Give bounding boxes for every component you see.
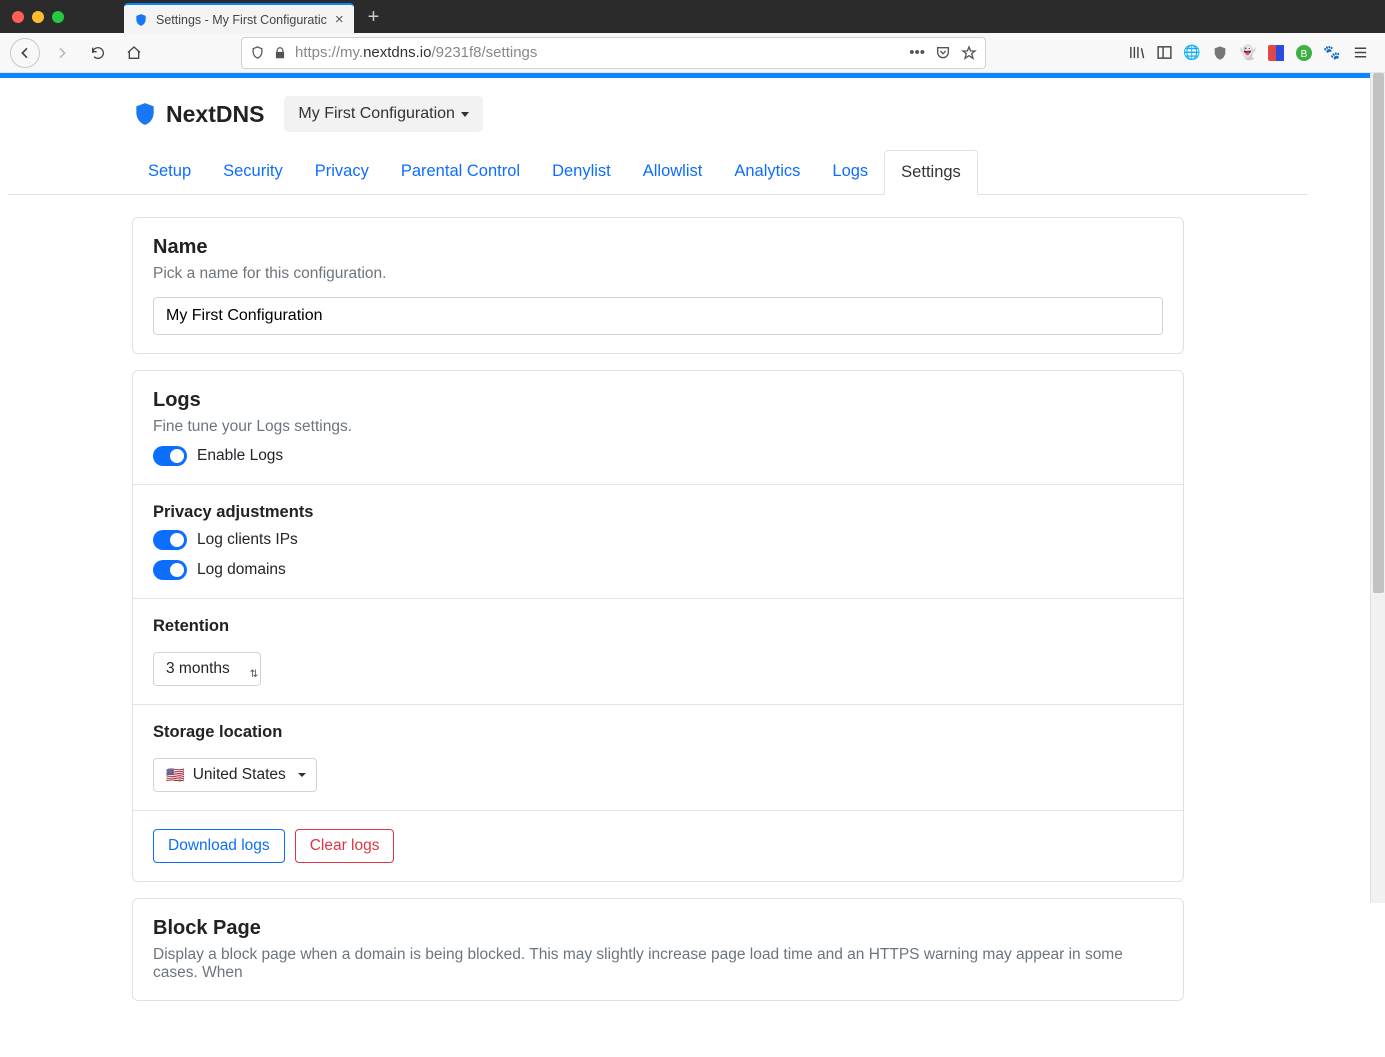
- hamburger-icon[interactable]: [1351, 44, 1369, 62]
- tab-privacy[interactable]: Privacy: [299, 150, 385, 194]
- pocket-icon[interactable]: [935, 45, 951, 61]
- window-close-icon[interactable]: [12, 11, 24, 23]
- storage-location-dropdown[interactable]: 🇺🇸 United States: [153, 758, 317, 792]
- block-page-title: Block Page: [153, 917, 1163, 940]
- extension-red-icon[interactable]: [1267, 44, 1285, 62]
- address-bar[interactable]: https://my.nextdns.io/9231f8/settings ••…: [241, 37, 986, 69]
- close-icon[interactable]: ×: [335, 12, 344, 27]
- tab-analytics[interactable]: Analytics: [718, 150, 816, 194]
- flag-icon: 🇺🇸: [166, 766, 185, 784]
- lock-icon: [273, 46, 287, 60]
- name-card: Name Pick a name for this configuration.: [132, 217, 1184, 354]
- star-icon[interactable]: [961, 45, 977, 61]
- svg-text:B: B: [1301, 49, 1308, 60]
- brand-logo[interactable]: NextDNS: [132, 101, 264, 128]
- browser-tab-strip: Settings - My First Configuratic × +: [0, 0, 1385, 33]
- back-button[interactable]: [10, 38, 40, 68]
- configuration-name: My First Configuration: [298, 105, 455, 123]
- forward-button[interactable]: [48, 39, 76, 67]
- storage-location-value: United States: [193, 766, 286, 784]
- caret-down-icon: [461, 112, 469, 117]
- url-text: https://my.nextdns.io/9231f8/settings: [295, 44, 901, 61]
- tab-logs[interactable]: Logs: [816, 150, 884, 194]
- enable-logs-label: Enable Logs: [197, 447, 283, 465]
- extension-green-icon[interactable]: B: [1295, 44, 1313, 62]
- storage-location-title: Storage location: [153, 723, 1163, 742]
- shield-outline-icon: [250, 45, 265, 60]
- tab-security[interactable]: Security: [207, 150, 299, 194]
- retention-select[interactable]: 3 months: [153, 652, 261, 686]
- library-icon[interactable]: [1127, 44, 1145, 62]
- tab-title: Settings - My First Configuratic: [156, 13, 327, 27]
- browser-toolbar: https://my.nextdns.io/9231f8/settings ••…: [0, 33, 1385, 73]
- extension-ghost-icon[interactable]: 👻: [1239, 44, 1257, 62]
- name-desc: Pick a name for this configuration.: [153, 265, 1163, 283]
- clear-logs-button[interactable]: Clear logs: [295, 829, 395, 863]
- new-tab-button[interactable]: +: [368, 7, 380, 27]
- window-controls: [12, 11, 64, 23]
- log-domains-label: Log domains: [197, 561, 286, 579]
- configuration-name-input[interactable]: [153, 297, 1163, 335]
- log-domains-toggle[interactable]: [153, 560, 187, 580]
- window-minimize-icon[interactable]: [32, 11, 44, 23]
- extension-globe-icon[interactable]: 🌐: [1183, 44, 1201, 62]
- name-title: Name: [153, 236, 1163, 259]
- block-page-card: Block Page Display a block page when a d…: [132, 898, 1184, 1001]
- window-zoom-icon[interactable]: [52, 11, 64, 23]
- scrollbar-thumb[interactable]: [1373, 73, 1384, 593]
- extension-ublock-icon[interactable]: [1211, 44, 1229, 62]
- enable-logs-toggle[interactable]: [153, 446, 187, 466]
- logs-title: Logs: [153, 389, 1163, 412]
- tab-settings[interactable]: Settings: [884, 150, 978, 195]
- main-nav: Setup Security Privacy Parental Control …: [8, 132, 1308, 195]
- shield-icon: [132, 101, 158, 127]
- download-logs-button[interactable]: Download logs: [153, 829, 285, 863]
- privacy-adjustments-title: Privacy adjustments: [153, 503, 1163, 522]
- brand-name: NextDNS: [166, 101, 264, 128]
- logs-desc: Fine tune your Logs settings.: [153, 418, 1163, 436]
- log-clients-ips-label: Log clients IPs: [197, 531, 298, 549]
- block-page-desc: Display a block page when a domain is be…: [153, 946, 1163, 982]
- home-button[interactable]: [120, 39, 148, 67]
- scrollbar[interactable]: [1370, 73, 1385, 903]
- tab-allowlist[interactable]: Allowlist: [627, 150, 719, 194]
- tab-parental-control[interactable]: Parental Control: [385, 150, 536, 194]
- shield-icon: [134, 13, 148, 27]
- retention-value: 3 months: [166, 660, 230, 678]
- tab-setup[interactable]: Setup: [132, 150, 207, 194]
- reload-button[interactable]: [84, 39, 112, 67]
- extension-paw-icon[interactable]: 🐾: [1323, 44, 1341, 62]
- tab-denylist[interactable]: Denylist: [536, 150, 627, 194]
- retention-title: Retention: [153, 617, 1163, 636]
- log-clients-ips-toggle[interactable]: [153, 530, 187, 550]
- logs-card: Logs Fine tune your Logs settings. Enabl…: [132, 370, 1184, 882]
- configuration-dropdown[interactable]: My First Configuration: [284, 96, 483, 132]
- meatballs-icon[interactable]: •••: [909, 44, 925, 61]
- sidebar-icon[interactable]: [1155, 44, 1173, 62]
- browser-tab[interactable]: Settings - My First Configuratic ×: [124, 3, 354, 34]
